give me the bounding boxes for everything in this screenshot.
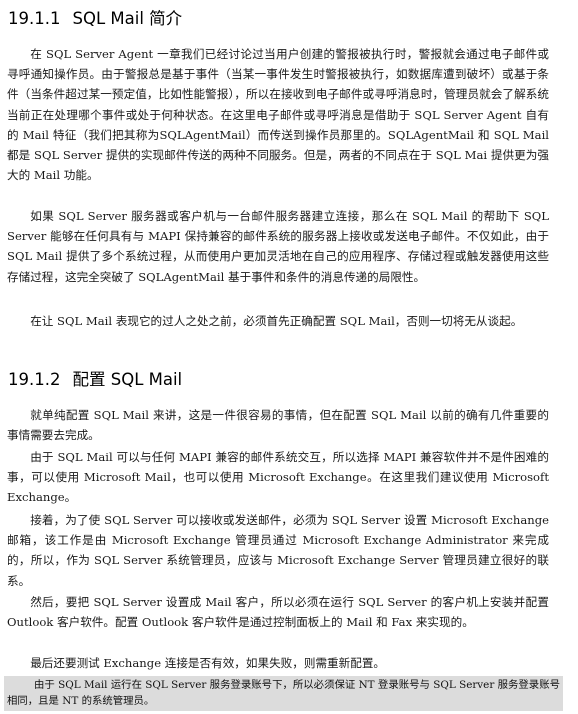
paragraph: 就单纯配置 SQL Mail 来讲，这是一件很容易的事情，但在配置 SQL Ma… <box>7 408 549 443</box>
section-title: 配置 SQL Mail <box>72 370 183 389</box>
paragraph: 然后，要把 SQL Server 设置成 Mail 客户，所以必须在运行 SQL… <box>7 595 549 630</box>
section-heading-configure-sql-mail: 19.1.2 配置 SQL Mail <box>8 370 182 390</box>
paragraph: 由于 SQL Mail 可以与任何 MAPI 兼容的邮件系统交互，所以选择 MA… <box>7 450 549 505</box>
paragraph: 在让 SQL Mail 表现它的过人之处之前，必须首先正确配置 SQL Mail… <box>30 314 523 328</box>
section-number: 19.1.2 <box>8 370 61 389</box>
note-box: 由于 SQL Mail 运行在 SQL Server 服务登录账号下，所以必须保… <box>4 676 563 711</box>
section-heading-sql-mail-intro: 19.1.1 SQL Mail 简介 <box>8 9 182 29</box>
paragraph: 最后还要测试 Exchange 连接是否有效，如果失败，则需重新配置。 <box>30 656 386 670</box>
paragraph: 如果 SQL Server 服务器或客户机与一台邮件服务器建立连接，那么在 SQ… <box>7 209 549 284</box>
section-title: SQL Mail 简介 <box>72 9 183 28</box>
section-number: 19.1.1 <box>8 9 61 28</box>
document-page: 19.1.1 SQL Mail 简介 在 SQL Server Agent 一章我… <box>0 0 578 714</box>
paragraph: 在 SQL Server Agent 一章我们已经讨论过当用户创建的警报被执行时… <box>7 47 549 183</box>
paragraph: 接着，为了使 SQL Server 可以接收或发送邮件，必须为 SQL Serv… <box>7 513 549 588</box>
